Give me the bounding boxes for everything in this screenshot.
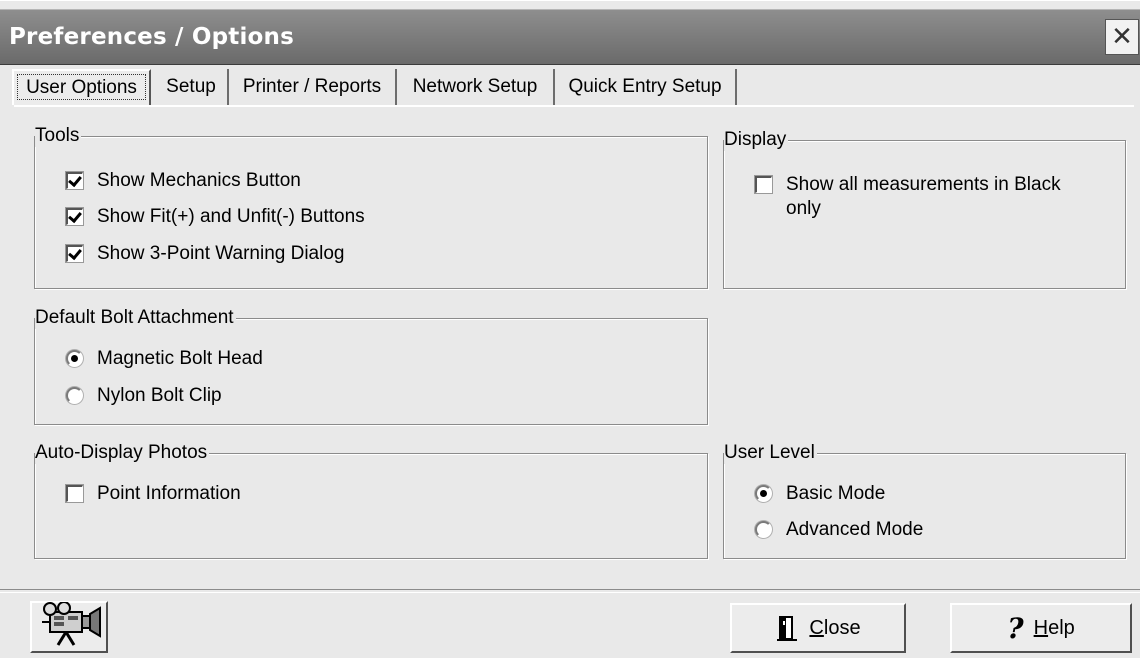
point-information-option[interactable]: Point Information	[65, 482, 241, 506]
bottom-separator	[0, 589, 1140, 593]
nylon-bolt-clip-radio[interactable]	[66, 387, 83, 404]
tab-network-setup[interactable]: Network Setup	[397, 69, 555, 105]
show-mechanics-button-checkbox[interactable]	[65, 171, 84, 190]
auto-display-photos-group: Auto-Display Photos Point Information	[34, 442, 708, 559]
nylon-bolt-clip-option[interactable]: Nylon Bolt Clip	[66, 384, 222, 408]
help-mnemonic: H	[1033, 616, 1049, 639]
advanced-mode-radio[interactable]	[755, 521, 772, 538]
question-mark-icon: ?	[1007, 611, 1024, 645]
close-button-label: Close	[809, 617, 860, 640]
advanced-mode-label: Advanced Mode	[786, 519, 924, 540]
door-exit-icon	[775, 615, 799, 641]
display-group: Display Show all measurements in Black o…	[723, 129, 1126, 289]
help-label-rest: elp	[1048, 616, 1075, 639]
show-mechanics-button-label: Show Mechanics Button	[97, 170, 301, 191]
basic-mode-radio[interactable]	[755, 485, 772, 502]
display-legend: Display	[724, 129, 789, 151]
preferences-dialog: Preferences / Options ✕ User Options Set…	[0, 0, 1140, 658]
black-measurements-label: Show all measurements in Black only	[786, 174, 1061, 219]
camera-button[interactable]	[30, 601, 108, 653]
point-information-checkbox[interactable]	[65, 484, 84, 503]
tab-user-options[interactable]: User Options	[12, 69, 151, 105]
tools-legend: Tools	[35, 125, 82, 147]
advanced-mode-option[interactable]: Advanced Mode	[755, 518, 923, 542]
show-3-point-warning-checkbox[interactable]	[65, 244, 84, 263]
close-mnemonic: C	[809, 616, 824, 639]
magnetic-bolt-head-label: Magnetic Bolt Head	[97, 348, 263, 369]
close-label-rest: lose	[823, 616, 861, 639]
video-camera-icon	[36, 601, 102, 652]
basic-mode-option[interactable]: Basic Mode	[755, 482, 885, 506]
show-fit-unfit-buttons-option[interactable]: Show Fit(+) and Unfit(-) Buttons	[65, 205, 365, 229]
black-measurements-checkbox[interactable]	[754, 175, 773, 194]
show-fit-unfit-buttons-label: Show Fit(+) and Unfit(-) Buttons	[97, 206, 365, 227]
bolt-attachment-group: Default Bolt Attachment Magnetic Bolt He…	[34, 307, 708, 425]
help-button[interactable]: ? Help	[950, 603, 1132, 653]
title-bar[interactable]: Preferences / Options ✕	[0, 9, 1140, 65]
tab-printer-reports[interactable]: Printer / Reports	[229, 69, 397, 105]
window-title: Preferences / Options	[9, 24, 295, 50]
bolt-attachment-legend: Default Bolt Attachment	[35, 307, 236, 329]
tools-group: Tools Show Mechanics Button Show Fit(+) …	[34, 125, 708, 289]
show-fit-unfit-buttons-checkbox[interactable]	[65, 207, 84, 226]
black-measurements-option[interactable]: Show all measurements in Black only	[754, 173, 1095, 221]
magnetic-bolt-head-option[interactable]: Magnetic Bolt Head	[66, 347, 263, 371]
close-button[interactable]: Close	[730, 603, 906, 653]
tab-strip: User Options Setup Printer / Reports Net…	[12, 69, 752, 109]
nylon-bolt-clip-label: Nylon Bolt Clip	[97, 385, 222, 406]
show-mechanics-button-option[interactable]: Show Mechanics Button	[65, 169, 301, 193]
point-information-label: Point Information	[97, 483, 241, 504]
show-3-point-warning-label: Show 3-Point Warning Dialog	[97, 243, 345, 264]
basic-mode-label: Basic Mode	[786, 483, 886, 504]
magnetic-bolt-head-radio[interactable]	[66, 350, 83, 367]
user-level-legend: User Level	[724, 442, 817, 464]
user-level-group: User Level Basic Mode Advanced Mode	[723, 442, 1126, 559]
close-window-icon[interactable]: ✕	[1105, 19, 1139, 55]
tab-quick-entry-setup[interactable]: Quick Entry Setup	[555, 69, 737, 105]
show-3-point-warning-option[interactable]: Show 3-Point Warning Dialog	[65, 242, 345, 266]
auto-display-photos-legend: Auto-Display Photos	[35, 442, 210, 464]
help-button-label: Help	[1034, 617, 1075, 640]
tab-setup[interactable]: Setup	[155, 69, 229, 105]
